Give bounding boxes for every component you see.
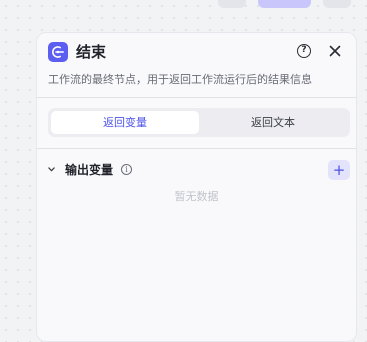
output-variables-header: 输出变量 i +	[48, 160, 350, 180]
close-icon[interactable]	[327, 43, 343, 59]
toolbar-button[interactable]	[323, 0, 351, 8]
panel-description: 工作流的最终节点，用于返回工作流运行后的结果信息	[48, 73, 312, 86]
add-variable-button[interactable]: +	[328, 160, 350, 180]
info-icon[interactable]: i	[121, 164, 132, 175]
return-mode-tabs: 返回变量 返回文本	[48, 108, 350, 137]
section-divider	[37, 148, 356, 149]
panel-header: 结束 ? 工作流的最终节点，用于返回工作流运行后的结果信息	[37, 33, 356, 98]
panel-title: 结束	[76, 43, 107, 61]
help-icon[interactable]: ?	[297, 44, 311, 58]
end-node-glyph	[52, 46, 64, 58]
empty-state-text: 暂无数据	[174, 190, 219, 203]
end-node-icon	[48, 42, 68, 62]
node-config-panel: 结束 ? 工作流的最终节点，用于返回工作流运行后的结果信息 返回变量 返回文本 …	[36, 32, 357, 342]
chevron-down-icon[interactable]	[48, 166, 55, 173]
toolbar-primary-button[interactable]	[258, 0, 311, 8]
output-variables-title: 输出变量	[65, 163, 114, 177]
tab-return-text[interactable]: 返回文本	[199, 111, 347, 134]
toolbar-button[interactable]	[218, 0, 246, 8]
tab-return-variables[interactable]: 返回变量	[51, 111, 199, 134]
